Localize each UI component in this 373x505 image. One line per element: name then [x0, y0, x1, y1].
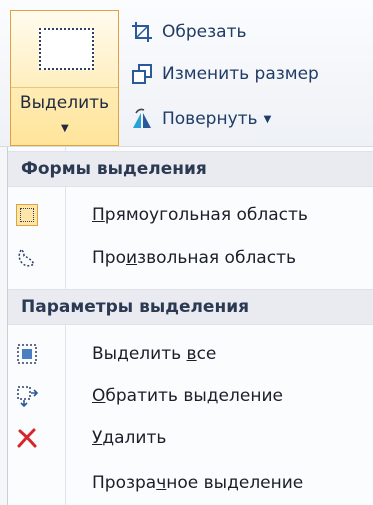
select-dropdown-menu: Формы выделения Прямоугольная область Пр… [7, 147, 373, 505]
free-select-icon [16, 247, 38, 269]
menu-item-delete[interactable]: Удалить [8, 418, 373, 458]
resize-label: Изменить размер [162, 64, 319, 84]
delete-icon [16, 427, 38, 449]
dropdown-arrow-icon: ▼ [61, 123, 69, 134]
rotate-icon [130, 107, 154, 131]
rect-select-icon [16, 204, 38, 226]
rotate-button[interactable]: Повернуть ▼ [130, 105, 271, 133]
crop-button[interactable]: Обрезать [130, 18, 247, 46]
select-button-top[interactable] [11, 11, 118, 88]
menu-item-free-select[interactable]: Произвольная область [8, 238, 373, 278]
rect-select-label: Прямоугольная область [92, 205, 308, 225]
invert-select-label: Обратить выделение [92, 386, 283, 406]
menu-item-rect-select[interactable]: Прямоугольная область [8, 195, 373, 235]
resize-button[interactable]: Изменить размер [130, 60, 319, 88]
select-button-label: Выделить [19, 93, 110, 113]
select-all-label: Выделить все [92, 344, 217, 364]
delete-label: Удалить [92, 428, 167, 448]
ribbon: Выделить ▼ Обрезать Изменить размер Пове… [0, 0, 373, 147]
rotate-label: Повернуть [162, 109, 258, 129]
chevron-down-icon: ▼ [263, 113, 272, 125]
menu-item-transparent-select[interactable]: Прозрачное выделение [8, 463, 373, 503]
section-header-shapes: Формы выделения [8, 151, 373, 187]
select-button[interactable]: Выделить ▼ [10, 10, 119, 146]
select-rect-icon [39, 28, 94, 70]
section-header-options: Параметры выделения [8, 289, 373, 325]
free-select-label: Произвольная область [92, 248, 296, 268]
menu-item-invert-select[interactable]: Обратить выделение [8, 376, 373, 416]
invert-select-icon [16, 385, 39, 408]
crop-icon [130, 20, 154, 44]
crop-label: Обрезать [162, 22, 247, 42]
resize-icon [130, 62, 154, 86]
select-all-icon [16, 343, 38, 365]
transparent-select-label: Прозрачное выделение [92, 473, 304, 493]
menu-item-select-all[interactable]: Выделить все [8, 334, 373, 374]
